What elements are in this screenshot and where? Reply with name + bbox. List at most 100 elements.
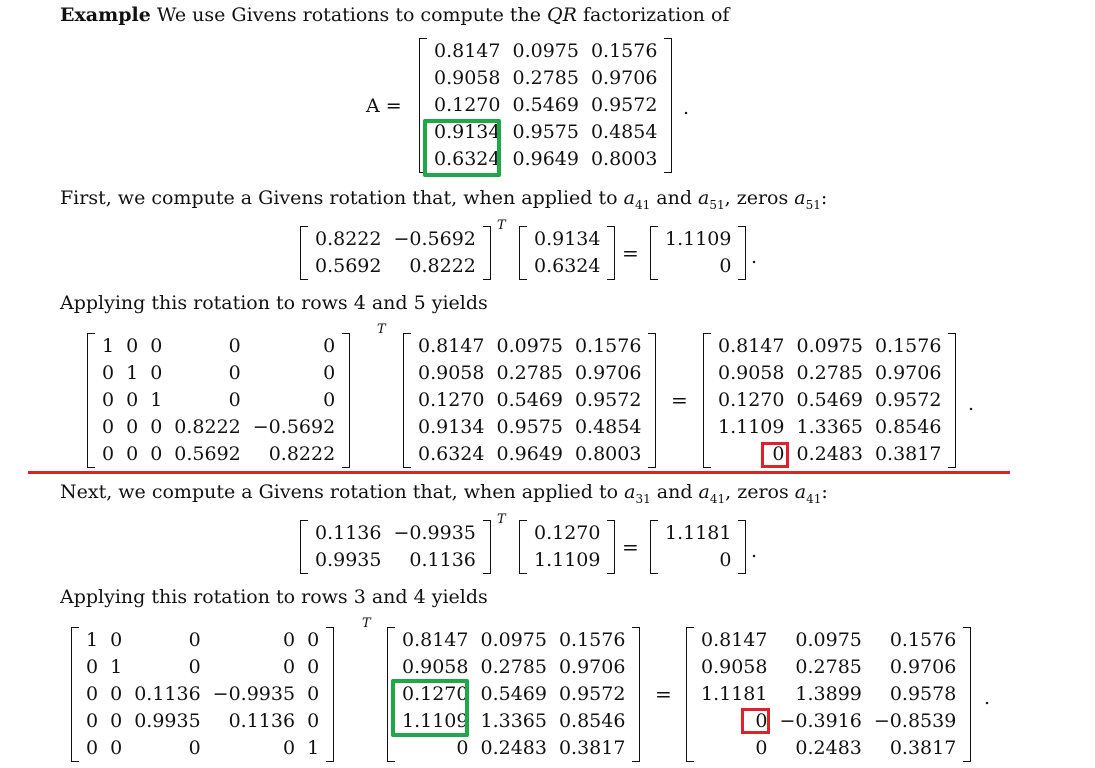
matrix-cell: 1.1181 — [701, 683, 768, 705]
matrix-row: 0.9134 — [528, 226, 606, 253]
intro-tail: factorization of — [576, 4, 730, 26]
matrix-cell: 0.1270 — [434, 94, 501, 116]
matrix-cell: 0.6324 — [534, 255, 601, 277]
givens-1-vector: 0.9134 0.6324 — [519, 226, 616, 280]
matrix-cell: 0.9134 — [534, 228, 601, 250]
matrix-cell: 0.9572 — [558, 683, 626, 705]
matrix-cell: 0 — [126, 443, 139, 465]
matrix-cell: 1.1181 — [665, 522, 732, 544]
matrix-row: 0.5692 0.8222 — [309, 253, 482, 280]
matrix-cell: 0 — [86, 683, 99, 705]
givens-2-matrix: 0.1136 −0.9935 0.9935 0.1136 — [300, 520, 491, 574]
matrix-cell: 0.2483 — [796, 443, 863, 465]
matrix-cell: 0 — [282, 737, 296, 759]
matrix-cell: 1.1109 — [534, 549, 601, 571]
matrix-row: 0.8147 0.0975 0.1576 — [412, 333, 647, 360]
matrix-cell: 0.9578 — [889, 683, 957, 705]
matrix-cell: 0.2785 — [480, 656, 547, 678]
matrix-cell: 0.9572 — [874, 389, 942, 411]
eq2-rotation-matrix: 1 0 0 0 0 0 1 0 0 0 0 0 0.1136 −0.9935 0 0 0 0.9935 0.1136… — [71, 627, 335, 762]
highlight-red-zero-2 — [741, 708, 770, 734]
example-label: Example — [60, 4, 151, 26]
equals-1: = — [622, 241, 639, 265]
matrix-cell: 0 — [719, 549, 732, 571]
matrix-cell: 0.8147 — [434, 40, 501, 62]
matrix-row: 00001 — [80, 735, 325, 762]
intro-text: We use Givens rotations to compute the — [150, 4, 548, 26]
matrix-cell: 0.1270 — [418, 389, 485, 411]
matrix-cell: 0.9058 — [434, 67, 501, 89]
matrix-row: 0.8147 0.0975 0.1576 — [428, 38, 663, 65]
matrix-cell: −0.3916 — [779, 710, 862, 732]
matrix-cell: 0.9058 — [402, 656, 469, 678]
matrix-cell: 0.9058 — [701, 656, 768, 678]
matrix-cell: 1.1109 — [665, 228, 732, 250]
matrix-cell: 1.3899 — [795, 683, 862, 705]
matrix-cell: 0 — [228, 389, 241, 411]
matrix-row: 0.9058 0.2785 0.9706 — [695, 654, 962, 681]
matrix-cell: 0 — [307, 656, 320, 678]
matrix-cell: 1.3365 — [480, 710, 547, 732]
matrix-cell: 0 — [188, 629, 201, 651]
matrix-cell: 1 — [110, 656, 123, 678]
matrix-cell: 0 — [110, 737, 123, 759]
matrix-cell: 0.1270 — [718, 389, 785, 411]
matrix-cell: 0 — [110, 629, 123, 651]
matrix-cell: 0.8546 — [558, 710, 626, 732]
matrix-cell: 0.8147 — [718, 335, 785, 357]
matrix-row: 0 0 0 0.8222 −0.5692 — [96, 414, 341, 441]
matrix-cell: 1 — [126, 362, 139, 384]
matrix-row: 0 0.2483 0.3817 — [396, 735, 631, 762]
matrix-cell: 0.9575 — [496, 416, 563, 438]
matrix-row: 0.1270 0.5469 0.9572 — [412, 387, 647, 414]
matrix-cell: 0 — [110, 683, 123, 705]
matrix-row: 0.1136 −0.9935 — [309, 520, 482, 547]
matrix-cell: 0.9706 — [558, 656, 626, 678]
matrix-cell: 0.9575 — [512, 121, 579, 143]
transpose-1: T — [497, 218, 506, 233]
matrix-row: 0.8222 −0.5692 — [309, 226, 482, 253]
matrix-row: 0 0 0.1136 −0.9935 0 — [80, 681, 325, 708]
transpose-2: T — [377, 322, 386, 337]
matrix-cell: 1.1109 — [718, 416, 785, 438]
matrix-cell: 0.8147 — [701, 629, 768, 651]
matrix-cell: 0 — [719, 255, 732, 277]
matrix-cell: 0.0975 — [512, 40, 579, 62]
matrix-cell: 0.9935 — [134, 710, 201, 732]
matrix-cell: 0.0975 — [496, 335, 563, 357]
matrix-cell: 0.2785 — [796, 362, 863, 384]
eq1-result-matrix: 0.8147 0.0975 0.1576 0.9058 0.2785 0.9706 0.12… — [703, 333, 957, 468]
matrix-cell: 0.0975 — [796, 335, 863, 357]
matrix-cell: 0.8546 — [874, 416, 942, 438]
matrix-cell: 0.1136 — [228, 710, 296, 732]
matrix-row: 0.9134 0.9575 0.4854 — [412, 414, 647, 441]
step1-text: First, we compute a Givens rotation that… — [60, 187, 828, 212]
matrix-cell: 0.9572 — [574, 389, 642, 411]
matrix-cell: 0 — [86, 656, 99, 678]
givens-1-matrix: 0.8222 −0.5692 0.5692 0.8222 — [300, 226, 491, 280]
matrix-cell: 0.9649 — [512, 148, 579, 170]
matrix-cell: 0 — [110, 710, 123, 732]
period: . — [984, 687, 991, 709]
matrix-cell: 0 — [323, 335, 336, 357]
qr-symbol: QR — [547, 4, 577, 26]
matrix-cell: 0.2483 — [480, 737, 547, 759]
matrix-cell: 0.8222 — [268, 443, 336, 465]
matrix-cell: 0.3817 — [874, 443, 942, 465]
matrix-row: 0 — [659, 547, 737, 574]
matrix-row: 01000 — [80, 654, 325, 681]
eq1-rotation-matrix: 1 0 0 0 0 0 1 0 0 0 0 0 1 0 0 0 0 0 0.8222 −0.5692 0 0 0 0.5692… — [87, 333, 351, 468]
matrix-cell: −0.8539 — [873, 710, 957, 732]
matrix-cell: 1 — [150, 389, 163, 411]
matrix-cell: 0.1270 — [534, 522, 601, 544]
matrix-cell: 0.6324 — [418, 443, 485, 465]
matrix-cell: 0 — [126, 389, 139, 411]
matrix-cell: 0.9058 — [718, 362, 785, 384]
period: . — [683, 97, 690, 119]
period: . — [751, 246, 758, 268]
matrix-cell: 0 — [188, 656, 201, 678]
matrix-row: 1.1109 — [659, 226, 737, 253]
matrix-cell: 0 — [323, 389, 336, 411]
matrix-cell: 0.1576 — [874, 335, 942, 357]
matrix-cell: 0.1136 — [409, 549, 476, 571]
